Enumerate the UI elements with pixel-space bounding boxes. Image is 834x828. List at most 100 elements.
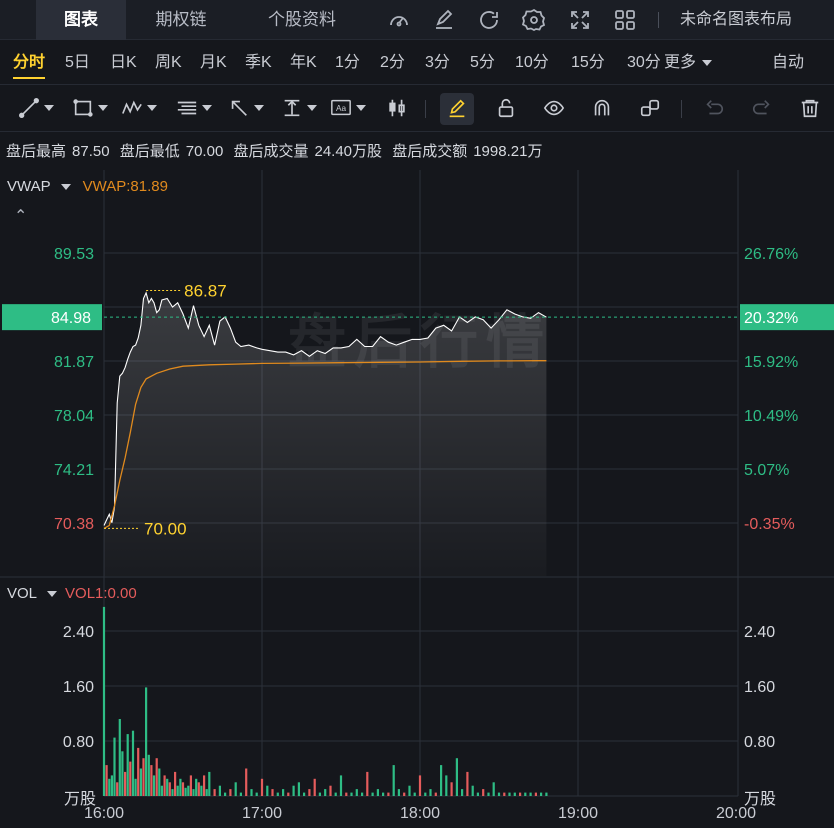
line-tool-icon[interactable] <box>18 97 54 121</box>
pct-tick-label: -0.35% <box>744 516 795 533</box>
volume-bar <box>134 778 137 796</box>
volume-bar <box>266 785 269 796</box>
volume-bar <box>297 782 300 797</box>
mode-selector[interactable]: 自动 <box>772 41 804 85</box>
measure-tool-icon[interactable] <box>281 97 317 121</box>
x-tick-label: 17:00 <box>242 805 282 822</box>
volume-bar <box>366 771 369 796</box>
redo-icon[interactable] <box>751 97 773 121</box>
arrow-tool-icon[interactable] <box>228 97 264 121</box>
trash-icon[interactable] <box>799 97 821 121</box>
refresh-icon[interactable] <box>477 8 501 32</box>
volume-bar <box>434 792 437 796</box>
undo-icon[interactable] <box>703 97 725 121</box>
text-tool-icon[interactable]: Aa <box>330 97 366 121</box>
volume-tick-label: 0.80 <box>744 734 775 751</box>
volume-bar <box>492 782 495 797</box>
volume-bar <box>408 785 411 796</box>
volume-bar <box>113 737 116 796</box>
volume-bar <box>158 768 161 796</box>
period-weekly[interactable]: 周K <box>155 41 182 85</box>
period-3m[interactable]: 3分 <box>425 41 450 85</box>
low-marker-label: 70.00 <box>144 519 187 538</box>
chevron-down-icon <box>702 59 713 66</box>
volume-bar <box>413 792 416 796</box>
magnet-icon[interactable] <box>591 97 613 121</box>
fib-tool-icon[interactable] <box>176 97 212 121</box>
period-10m[interactable]: 10分 <box>515 41 549 85</box>
volume-bar <box>324 789 327 796</box>
y-tick-label: 70.38 <box>54 516 94 533</box>
volume-bar <box>187 785 190 796</box>
volume-bar <box>116 782 119 797</box>
volume-bar <box>105 765 108 796</box>
volume-bar <box>292 785 295 796</box>
rectangle-tool-icon[interactable] <box>72 97 108 121</box>
pen-icon[interactable] <box>440 93 474 125</box>
tab-stock-profile[interactable]: 个股资料 <box>250 0 354 40</box>
intraday-chart[interactable]: 盘后行情 16:0017:0018:0019:0020:0089.5326.76… <box>0 168 834 828</box>
volume-tick-label: 0.80 <box>63 734 94 751</box>
volume-bar <box>176 785 179 796</box>
vol-indicator[interactable]: VOL VOL1:0.00 <box>7 585 137 602</box>
current-pct-value: 20.32% <box>744 310 798 327</box>
x-tick-label: 18:00 <box>400 805 440 822</box>
volume-bar <box>418 775 422 796</box>
volume-bar <box>121 751 124 796</box>
volume-bar <box>260 778 264 796</box>
volume-bar <box>519 792 522 796</box>
layout-selector[interactable]: 未命名图表布局 <box>680 0 792 40</box>
high-label: 盘后最高 <box>6 143 67 160</box>
volume-bar <box>155 758 158 796</box>
vwap-indicator[interactable]: VWAP VWAP:81.89 <box>7 178 168 195</box>
volume-bar <box>455 758 458 796</box>
period-5d[interactable]: 5日 <box>65 41 90 85</box>
collapse-chevron-icon[interactable]: ⌃ <box>14 206 27 226</box>
volume-bar <box>137 747 140 796</box>
volume-bar <box>110 775 113 796</box>
chevron-down-icon[interactable] <box>47 591 58 598</box>
eye-icon[interactable] <box>543 97 565 121</box>
volume-bar <box>166 778 169 796</box>
gauge-icon[interactable] <box>387 8 411 32</box>
period-monthly[interactable]: 月K <box>200 41 227 85</box>
volume-bar <box>339 775 343 796</box>
volume-bar <box>245 768 248 796</box>
tab-chart[interactable]: 图表 <box>36 0 126 40</box>
period-daily[interactable]: 日K <box>110 41 137 85</box>
volume-bar <box>171 789 174 796</box>
volume-bar <box>497 792 501 796</box>
unlock-icon[interactable] <box>495 97 517 121</box>
volume-bar <box>476 792 479 796</box>
wave-tool-icon[interactable] <box>121 97 157 121</box>
tab-options-chain[interactable]: 期权链 <box>136 0 226 40</box>
volume-bar <box>197 782 200 797</box>
period-15m[interactable]: 15分 <box>571 41 605 85</box>
volume-bar <box>147 754 150 797</box>
volume-bar <box>524 792 527 796</box>
period-5m[interactable]: 5分 <box>470 41 495 85</box>
chevron-down-icon[interactable] <box>60 184 71 191</box>
vol-indicator-name: VOL <box>7 585 38 602</box>
period-more[interactable]: 更多 <box>664 41 713 85</box>
settings-icon[interactable] <box>522 8 546 32</box>
period-30m[interactable]: 30分 <box>627 41 661 85</box>
period-1m[interactable]: 1分 <box>335 41 360 85</box>
volume-bar <box>482 789 485 796</box>
period-2m[interactable]: 2分 <box>380 41 405 85</box>
volume-bar <box>361 792 364 796</box>
x-tick-label: 19:00 <box>558 805 598 822</box>
volume-bar <box>195 778 198 796</box>
volume-bar <box>205 789 208 796</box>
fullscreen-icon[interactable] <box>568 8 592 32</box>
period-yearly[interactable]: 年K <box>290 41 317 85</box>
candle-tool-icon[interactable] <box>386 97 408 121</box>
edit-icon[interactable] <box>432 8 456 32</box>
grid-icon[interactable] <box>613 8 637 32</box>
period-intraday[interactable]: 分时 <box>13 41 46 85</box>
link-icon[interactable] <box>639 97 661 121</box>
volume-bar <box>142 758 145 796</box>
svg-text:Aa: Aa <box>336 104 347 113</box>
period-quarterly[interactable]: 季K <box>245 41 272 85</box>
volume-bar <box>466 771 469 796</box>
